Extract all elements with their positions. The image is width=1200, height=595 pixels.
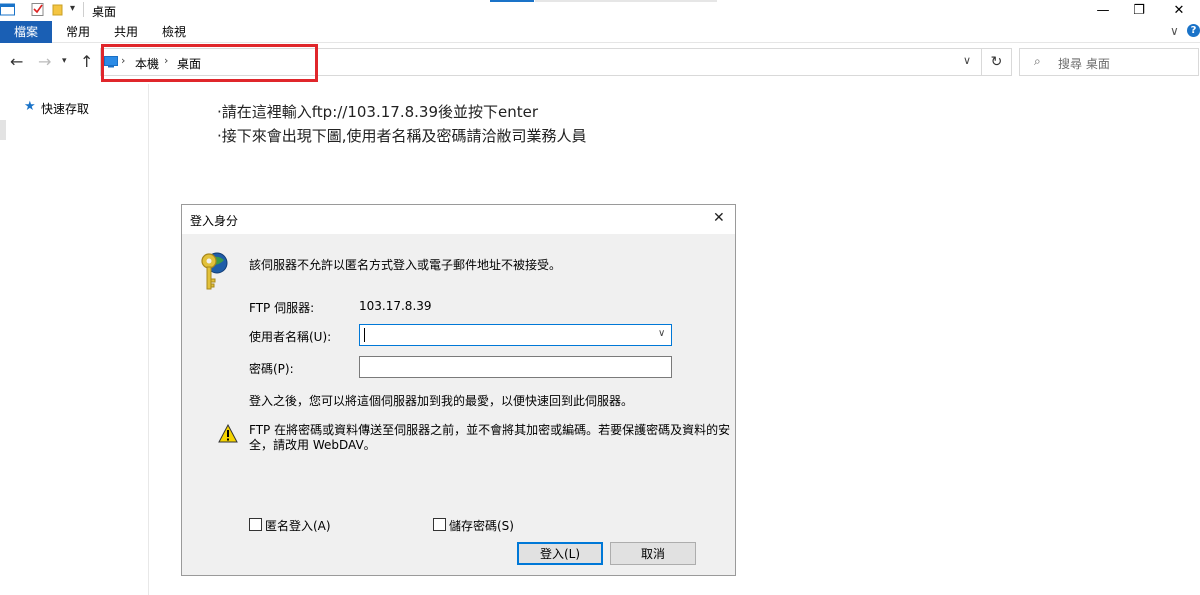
dialog-title: 登入身分 — [190, 214, 239, 228]
ribbon-tabs: 檔案 常用 共用 檢視 ∨ ? — [0, 21, 1200, 43]
tab-share[interactable]: 共用 — [106, 21, 146, 43]
anonymous-login-label: 匿名登入(A) — [265, 519, 331, 533]
properties-icon[interactable] — [31, 3, 45, 16]
warning-icon — [218, 424, 238, 443]
anonymous-login-checkbox[interactable] — [249, 518, 262, 531]
key-globe-icon — [201, 252, 228, 290]
customize-quick-access-icon[interactable]: ▾ — [70, 3, 75, 14]
ftp-server-label: FTP 伺服器: — [249, 301, 315, 315]
dialog-close-icon[interactable]: ✕ — [713, 210, 725, 226]
tab-home[interactable]: 常用 — [58, 21, 98, 43]
window-title: 桌面 — [92, 5, 117, 19]
address-dropdown-chevron-icon[interactable]: ∨ — [963, 54, 971, 67]
dialog-message: 該伺服器不允許以匿名方式登入或電子郵件地址不被接受。 — [249, 258, 562, 272]
login-dialog: 登入身分 ✕ 該伺服器不允許以匿名方式登入或電子郵件地址不被接受。 FTP 伺服… — [181, 204, 736, 576]
ftp-server-value: 103.17.8.39 — [359, 299, 432, 313]
new-folder-icon[interactable] — [52, 3, 66, 16]
close-button[interactable]: ✕ — [1156, 0, 1200, 21]
forward-arrow-icon[interactable]: → — [38, 52, 51, 71]
password-field[interactable] — [359, 356, 672, 378]
expand-ribbon-icon[interactable]: ∨ — [1170, 24, 1179, 38]
help-icon[interactable]: ? — [1187, 24, 1200, 37]
title-bar: ▾ 桌面 — ❐ ✕ — [0, 0, 1200, 21]
search-box[interactable]: ⌕ 搜尋 桌面 — [1019, 48, 1199, 76]
instruction-line-1: ·請在這裡輸入ftp://103.17.8.39後並按下enter — [217, 103, 539, 121]
sidebar-item-quick-access[interactable]: 快速存取 — [41, 100, 89, 117]
instruction-line-2: ·接下來會出現下圖,使用者名稱及密碼請洽敝司業務人員 — [217, 127, 587, 145]
tab-view[interactable]: 檢視 — [154, 21, 194, 43]
username-combobox[interactable]: ∨ — [359, 324, 672, 346]
recent-locations-chevron-icon[interactable]: ▾ — [62, 56, 67, 66]
cancel-button[interactable]: 取消 — [610, 542, 696, 565]
quick-access-star-icon: ★ — [24, 99, 36, 114]
divider — [83, 2, 84, 17]
pane-scrollbar[interactable] — [0, 120, 6, 140]
tab-file[interactable]: 檔案 — [0, 21, 52, 43]
up-arrow-icon[interactable]: ↑ — [80, 52, 93, 71]
refresh-icon: ↻ — [990, 54, 1003, 70]
favorites-info-text: 登入之後，您可以將這個伺服器加到我的最愛，以便快速回到此伺服器。 — [249, 394, 634, 408]
highlight-annotation-frame — [101, 44, 318, 82]
username-label: 使用者名稱(U): — [249, 330, 332, 344]
refresh-button[interactable]: ↻ — [982, 48, 1012, 76]
search-icon: ⌕ — [1034, 54, 1041, 68]
explorer-window-icon — [0, 3, 15, 16]
text-cursor — [364, 328, 365, 342]
navigation-pane: ★ 快速存取 — [0, 84, 149, 595]
back-arrow-icon[interactable]: ← — [10, 52, 23, 71]
save-password-label: 儲存密碼(S) — [449, 519, 514, 533]
username-dropdown-chevron-icon[interactable]: ∨ — [658, 328, 665, 339]
dialog-title-bar: 登入身分 ✕ — [182, 205, 735, 234]
password-label: 密碼(P): — [249, 362, 294, 376]
search-placeholder: 搜尋 桌面 — [1058, 57, 1110, 71]
warning-text-line-2: 全，請改用 WebDAV。 — [249, 438, 376, 452]
save-password-checkbox[interactable] — [433, 518, 446, 531]
login-button[interactable]: 登入(L) — [517, 542, 603, 565]
